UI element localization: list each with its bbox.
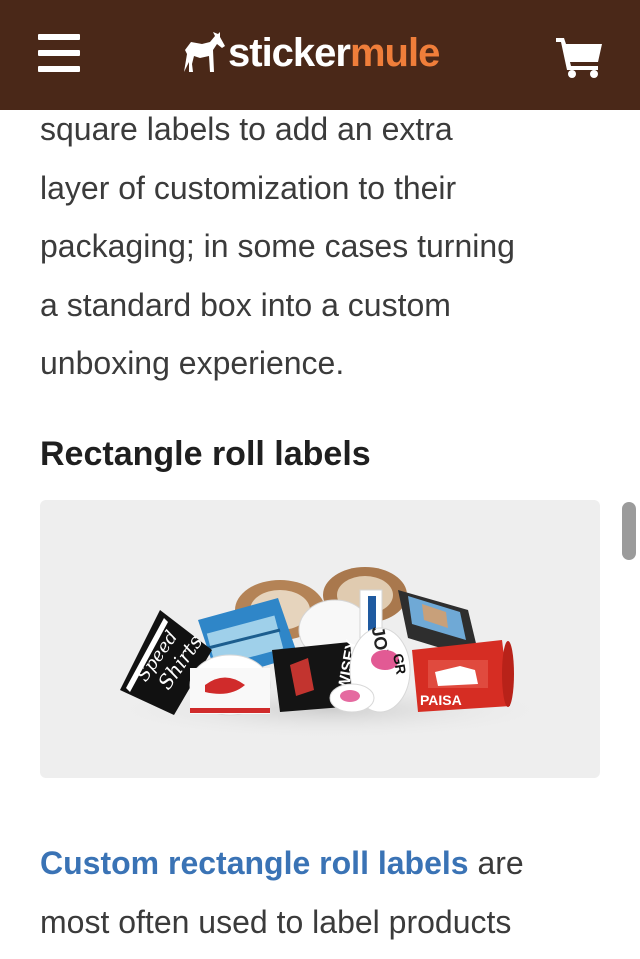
logo-word-sticker: sticker [228,31,351,75]
paragraph-text: are [468,845,524,881]
roll-labels-photo: Speed Shirts WISEY JOY GR PAISA [40,500,600,778]
paragraph-line: layer of customization to their [40,169,457,206]
paragraph-line: packaging; in some cases turning [40,228,515,264]
site-logo[interactable]: stickermule [180,27,440,79]
paragraph-line: a standard box into a custom [40,286,451,323]
logo-text: stickermule [228,27,440,79]
paragraph-line: unboxing experience. [40,345,345,381]
cart-icon[interactable] [556,36,604,78]
section-heading: Rectangle roll labels [40,435,371,473]
paragraph-line: most often used to label products [40,903,512,940]
top-navbar: stickermule [0,0,640,110]
paisa-label-roll: PAISA [412,640,514,712]
scrollbar-thumb[interactable] [622,502,636,560]
pink-label-roll [329,683,375,713]
hamburger-menu-icon[interactable] [38,34,80,72]
custom-rectangle-roll-labels-link[interactable]: Custom rectangle roll labels [40,845,469,881]
intro-paragraph: square labels to add an extra layer of c… [40,100,600,393]
roll-labels-paragraph: Custom rectangle roll labels are most oft… [40,834,600,951]
paisa-text: PAISA [420,692,462,708]
whale-label-roll [189,654,271,716]
logo-word-mule: mule [349,31,440,75]
mule-logo-icon [184,32,225,72]
